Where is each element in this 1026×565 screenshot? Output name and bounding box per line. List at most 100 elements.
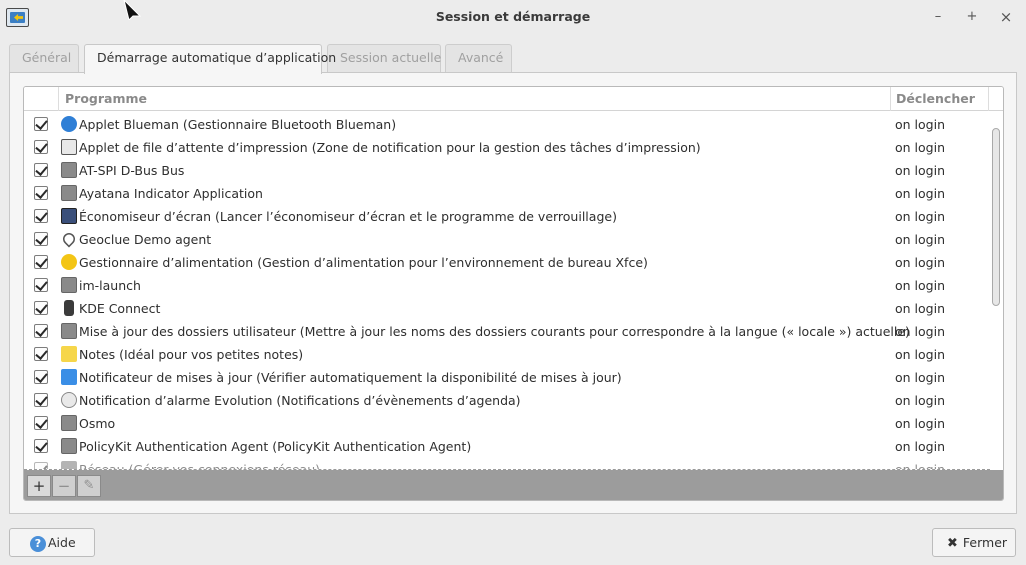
list-item[interactable]: Notificateur de mises à jour (Vérifier a… <box>24 366 990 389</box>
remove-button[interactable]: − <box>52 475 76 497</box>
update-icon <box>61 369 77 385</box>
enabled-checkbox[interactable] <box>34 186 48 200</box>
program-name: Gestionnaire d’alimentation (Gestion d’a… <box>79 255 648 270</box>
autostart-list: Programme Déclencher Applet Blueman (Ges… <box>23 86 1004 501</box>
enabled-checkbox[interactable] <box>34 301 48 315</box>
enabled-checkbox[interactable] <box>34 117 48 131</box>
enabled-checkbox[interactable] <box>34 232 48 246</box>
tab-autostart[interactable]: Démarrage automatique d’application <box>84 44 336 74</box>
list-item[interactable]: Geoclue Demo agent on login <box>24 228 990 251</box>
list-item[interactable]: Notification d’alarme Evolution (Notific… <box>24 389 990 412</box>
list-item[interactable]: Mise à jour des dossiers utilisateur (Me… <box>24 320 990 343</box>
help-button[interactable]: ? Aide <box>9 528 95 557</box>
tab-current-session[interactable]: Session actuelle <box>327 44 441 72</box>
enabled-checkbox[interactable] <box>34 462 48 469</box>
trigger-value: on login <box>895 278 945 293</box>
program-name: Notificateur de mises à jour (Vérifier a… <box>79 370 622 385</box>
column-divider <box>890 87 891 111</box>
notes-icon <box>61 346 77 362</box>
window-title: Session et démarrage <box>435 9 591 24</box>
trigger-value: on login <box>895 370 945 385</box>
program-name: Ayatana Indicator Application <box>79 186 263 201</box>
mouse-cursor-icon <box>123 0 142 20</box>
enabled-checkbox[interactable] <box>34 255 48 269</box>
power-icon <box>61 254 77 270</box>
scrollbar-thumb[interactable] <box>992 128 1000 306</box>
printer-icon <box>61 139 77 155</box>
list-item[interactable]: Applet de file d’attente d’impression (Z… <box>24 136 990 159</box>
trigger-value: on login <box>895 416 945 431</box>
trigger-value: on login <box>895 209 945 224</box>
list-item[interactable]: im-launch on login <box>24 274 990 297</box>
enabled-checkbox[interactable] <box>34 209 48 223</box>
list-toolbar: + − ✎ <box>24 470 1003 500</box>
enabled-checkbox[interactable] <box>34 324 48 338</box>
tab-advanced[interactable]: Avancé <box>445 44 512 72</box>
alarm-icon <box>61 392 77 408</box>
tab-general[interactable]: Général <box>9 44 79 72</box>
close-icon: ✖ <box>947 536 958 551</box>
close-button-label: Fermer <box>962 535 1008 550</box>
header-program[interactable]: Programme <box>65 91 147 106</box>
program-name: Applet Blueman (Gestionnaire Bluetooth B… <box>79 117 397 132</box>
enabled-checkbox[interactable] <box>34 140 48 154</box>
list-item[interactable]: Ayatana Indicator Application on login <box>24 182 990 205</box>
trigger-value: on login <box>895 324 945 339</box>
enabled-checkbox[interactable] <box>34 278 48 292</box>
trigger-value: on login <box>895 232 945 247</box>
program-name: Osmo <box>79 416 116 431</box>
list-item[interactable]: Applet Blueman (Gestionnaire Bluetooth B… <box>24 113 990 136</box>
gear-icon <box>61 277 77 293</box>
enabled-checkbox[interactable] <box>34 439 48 453</box>
maximize-button[interactable]: + <box>962 8 982 26</box>
enabled-checkbox[interactable] <box>34 347 48 361</box>
monitor-icon <box>61 208 77 224</box>
program-name: im-launch <box>79 278 141 293</box>
list-item[interactable]: AT-SPI D-Bus Bus on login <box>24 159 990 182</box>
network-icon <box>61 461 77 469</box>
enabled-checkbox[interactable] <box>34 416 48 430</box>
gear-icon <box>61 438 77 454</box>
trigger-value: on login <box>895 186 945 201</box>
header-checkbox-column[interactable] <box>24 87 59 111</box>
trigger-value: on login <box>895 163 945 178</box>
header-trigger[interactable]: Déclencher <box>896 91 975 106</box>
program-name: Économiseur d’écran (Lancer l’économiseu… <box>79 209 617 224</box>
trigger-value: on login <box>895 347 945 362</box>
program-name: Geoclue Demo agent <box>79 232 212 247</box>
program-name: AT-SPI D-Bus Bus <box>79 163 185 178</box>
program-name: KDE Connect <box>79 301 161 316</box>
gear-icon <box>61 415 77 431</box>
gear-icon <box>61 323 77 339</box>
list-item[interactable]: KDE Connect on login <box>24 297 990 320</box>
list-item[interactable]: Gestionnaire d’alimentation (Gestion d’a… <box>24 251 990 274</box>
list-item[interactable]: PolicyKit Authentication Agent (PolicyKi… <box>24 435 990 458</box>
help-icon: ? <box>30 535 46 552</box>
program-name: PolicyKit Authentication Agent (PolicyKi… <box>79 439 472 454</box>
title-bar: Session et démarrage – + × <box>0 0 1026 34</box>
edit-button[interactable]: ✎ <box>77 475 101 497</box>
enabled-checkbox[interactable] <box>34 393 48 407</box>
bluetooth-icon <box>61 116 77 132</box>
phone-icon <box>64 300 74 316</box>
program-name: Notification d’alarme Evolution (Notific… <box>79 393 521 408</box>
column-divider <box>988 87 989 111</box>
add-button[interactable]: + <box>27 475 51 497</box>
list-item[interactable]: Osmo on login <box>24 412 990 435</box>
enabled-checkbox[interactable] <box>34 163 48 177</box>
program-name: Applet de file d’attente d’impression (Z… <box>79 140 701 155</box>
program-name: Réseau (Gérer vos connexions réseau) <box>79 462 320 469</box>
trigger-value: on login <box>895 439 945 454</box>
gear-icon <box>61 162 77 178</box>
close-window-button[interactable]: × <box>996 8 1016 26</box>
close-button[interactable]: ✖ Fermer <box>932 528 1016 557</box>
list-item[interactable]: Économiseur d’écran (Lancer l’économiseu… <box>24 205 990 228</box>
enabled-checkbox[interactable] <box>34 370 48 384</box>
list-item[interactable]: Réseau (Gérer vos connexions réseau) on l… <box>24 458 990 469</box>
list-item[interactable]: Notes (Idéal pour vos petites notes) on l… <box>24 343 990 366</box>
minimize-button[interactable]: – <box>928 8 948 26</box>
trigger-value: on login <box>895 140 945 155</box>
gear-icon <box>61 185 77 201</box>
autostart-panel: Programme Déclencher Applet Blueman (Ges… <box>9 72 1017 514</box>
program-name: Mise à jour des dossiers utilisateur (Me… <box>79 324 910 339</box>
